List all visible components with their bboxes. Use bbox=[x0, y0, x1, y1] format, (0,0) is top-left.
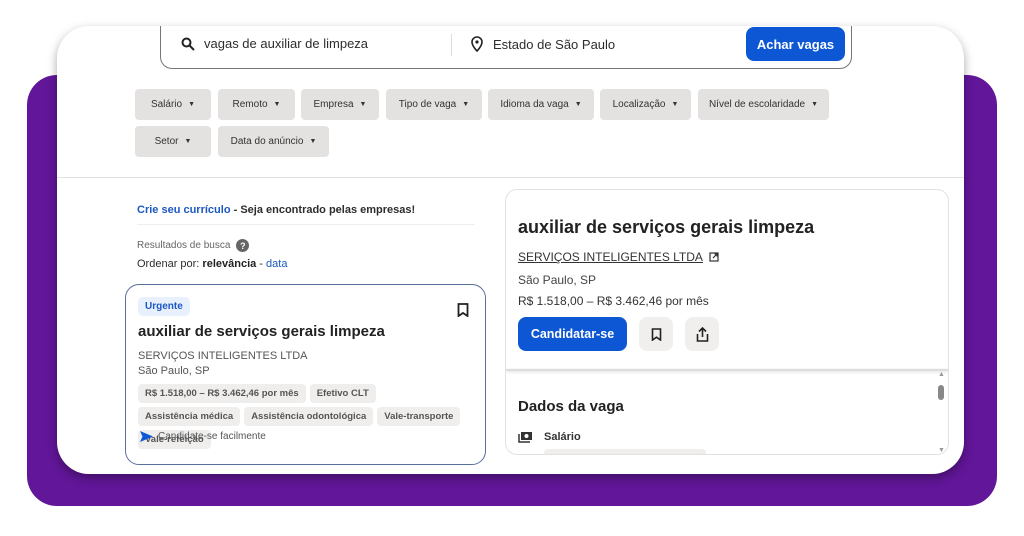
tag: Efetivo CLT bbox=[309, 384, 376, 403]
scroll-down-icon[interactable]: ▼ bbox=[938, 447, 945, 454]
filter-localizacao[interactable]: Localização ▼ bbox=[600, 89, 691, 120]
external-link-icon bbox=[709, 252, 719, 262]
resume-promo: Crie seu currículo - Seja encontrado pel… bbox=[137, 204, 416, 216]
browser-window: vagas de auxiliar de limpeza Estado de S… bbox=[57, 26, 964, 474]
tag: Vale-transporte bbox=[377, 407, 461, 426]
share-button[interactable] bbox=[685, 317, 719, 351]
sort-options: Ordenar por: relevância - data bbox=[137, 258, 288, 270]
filter-escolaridade[interactable]: Nível de escolaridade ▼ bbox=[698, 89, 829, 120]
bookmark-icon[interactable] bbox=[457, 303, 469, 317]
caret-down-icon: ▼ bbox=[462, 101, 470, 108]
search-input[interactable]: vagas de auxiliar de limpeza bbox=[181, 36, 368, 51]
caret-down-icon: ▼ bbox=[184, 138, 192, 145]
filter-idioma[interactable]: Idioma da vaga ▼ bbox=[488, 89, 594, 120]
detail-title: auxiliar de serviços gerais limpeza bbox=[518, 217, 815, 237]
share-icon bbox=[696, 326, 708, 342]
sort-date-link[interactable]: data bbox=[266, 258, 287, 270]
caret-down-icon: ▼ bbox=[309, 138, 317, 145]
filter-empresa[interactable]: Empresa ▼ bbox=[301, 89, 379, 120]
sort-relevance[interactable]: relevância bbox=[202, 258, 256, 270]
job-location: São Paulo, SP bbox=[138, 365, 210, 377]
urgent-badge: Urgente bbox=[138, 297, 190, 316]
help-icon[interactable]: ? bbox=[236, 239, 250, 252]
bookmark-icon bbox=[651, 327, 661, 341]
salary-row: Salário bbox=[518, 431, 581, 443]
caret-down-icon: ▼ bbox=[671, 101, 679, 108]
tag: Assistência médica bbox=[138, 407, 241, 426]
detail-salary: R$ 1.518,00 – R$ 3.462,46 por mês bbox=[518, 294, 709, 308]
filter-data-anuncio[interactable]: Data do anúncio ▼ bbox=[218, 126, 329, 157]
money-icon bbox=[518, 431, 532, 443]
job-title[interactable]: auxiliar de serviços gerais limpeza bbox=[138, 323, 385, 340]
easy-apply: Candidate-se facilmente bbox=[140, 431, 266, 442]
divider bbox=[137, 224, 475, 225]
salary-chip bbox=[544, 449, 706, 454]
results-label: Resultados de busca? bbox=[137, 239, 250, 252]
filter-tipo-de-vaga[interactable]: Tipo de vaga ▼ bbox=[386, 89, 482, 120]
company-name: SERVIÇOS INTELIGENTES LTDA bbox=[138, 350, 308, 362]
save-button[interactable] bbox=[639, 317, 673, 351]
tag: R$ 1.518,00 – R$ 3.462,46 por mês bbox=[138, 384, 306, 403]
caret-down-icon: ▼ bbox=[188, 101, 196, 108]
filter-setor[interactable]: Setor ▼ bbox=[135, 126, 211, 157]
divider bbox=[506, 369, 948, 371]
job-detail-panel: auxiliar de serviços gerais limpeza SERV… bbox=[505, 189, 949, 455]
search-bar: vagas de auxiliar de limpeza Estado de S… bbox=[160, 26, 852, 69]
create-resume-link[interactable]: Crie seu currículo bbox=[137, 204, 231, 216]
send-icon bbox=[140, 431, 153, 442]
divider bbox=[451, 34, 452, 56]
search-icon bbox=[181, 37, 195, 51]
location-pin-icon bbox=[471, 36, 483, 52]
scroll-thumb[interactable] bbox=[938, 385, 944, 400]
caret-down-icon: ▼ bbox=[574, 101, 582, 108]
location-input[interactable]: Estado de São Paulo bbox=[471, 36, 615, 52]
find-jobs-button[interactable]: Achar vagas bbox=[746, 27, 845, 61]
tag: Assistência odontológica bbox=[244, 407, 374, 426]
apply-button[interactable]: Candidatar-se bbox=[518, 317, 627, 351]
section-heading: Dados da vaga bbox=[518, 398, 624, 415]
caret-down-icon: ▼ bbox=[359, 101, 367, 108]
scroll-up-icon[interactable]: ▲ bbox=[938, 371, 945, 378]
scrollbar[interactable]: ▲ ▼ bbox=[936, 371, 946, 454]
filter-salario[interactable]: Salário ▼ bbox=[135, 89, 211, 120]
detail-company-link[interactable]: SERVIÇOS INTELIGENTES LTDA bbox=[518, 250, 719, 264]
divider bbox=[57, 177, 964, 178]
caret-down-icon: ▼ bbox=[273, 101, 281, 108]
caret-down-icon: ▼ bbox=[811, 101, 819, 108]
job-card[interactable]: Urgente auxiliar de serviços gerais limp… bbox=[125, 284, 486, 465]
detail-location: São Paulo, SP bbox=[518, 273, 597, 287]
filter-remoto[interactable]: Remoto ▼ bbox=[218, 89, 295, 120]
